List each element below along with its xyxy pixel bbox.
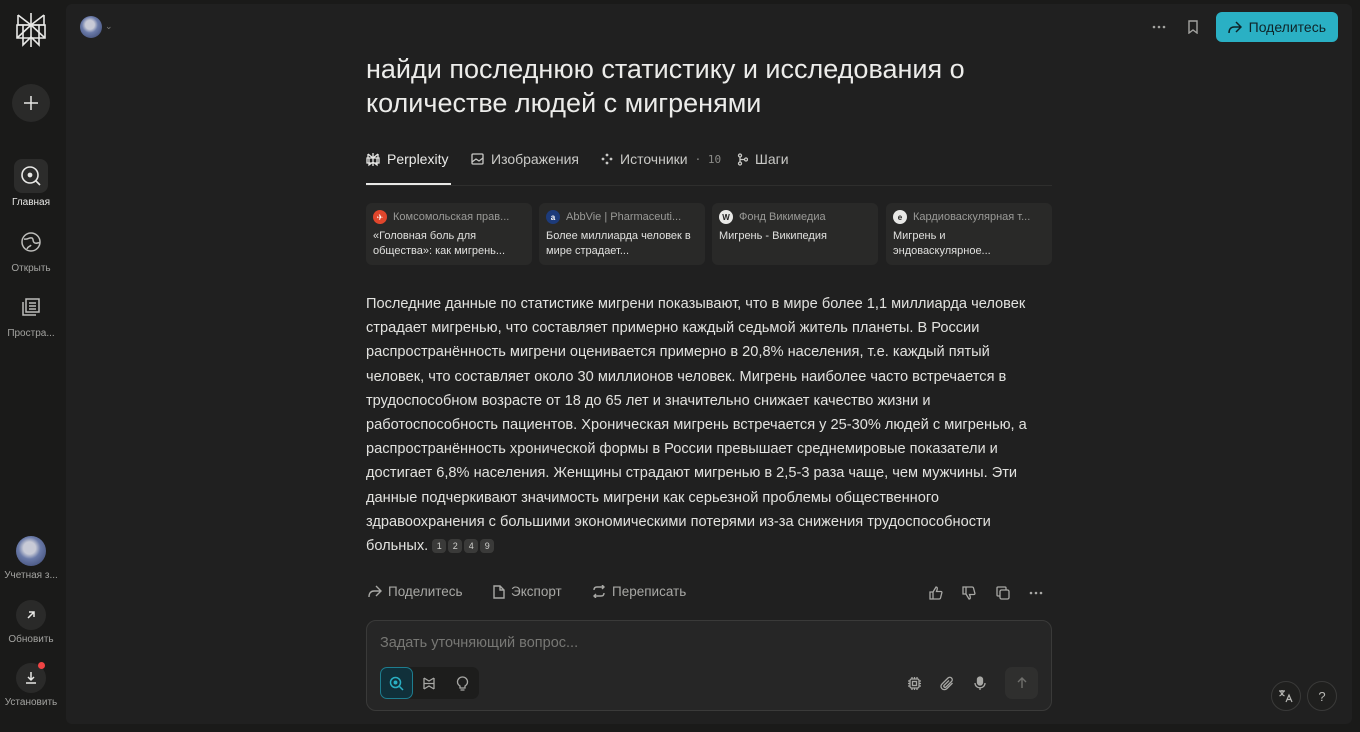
tab-images[interactable]: Изображения xyxy=(471,151,579,167)
favicon-icon: a xyxy=(546,210,560,224)
sidebar-item-spaces[interactable]: Простра... xyxy=(0,290,62,339)
share-answer-label: Поделитесь xyxy=(388,584,463,599)
answer-tabs: Perplexity Изображения Источники · 10 Ша… xyxy=(366,146,1052,186)
answer-paragraph: Последние данные по статистике мигрени п… xyxy=(366,296,1027,555)
tab-steps[interactable]: Шаги xyxy=(737,151,789,167)
perplexity-logo-icon[interactable] xyxy=(14,11,48,49)
left-rail: Главная Открыть Простра... Учетная з... … xyxy=(0,0,64,732)
translate-icon[interactable] xyxy=(1271,681,1301,711)
answer-actions: Поделитесь Экспорт Переписать xyxy=(366,584,1052,604)
sidebar-item-home[interactable]: Главная xyxy=(0,159,62,208)
thumbs-up-icon[interactable] xyxy=(927,584,945,602)
lightbulb-icon[interactable] xyxy=(446,667,479,699)
citation-badge[interactable]: 4 xyxy=(464,539,479,554)
tab-label: Шаги xyxy=(755,151,789,167)
export-button[interactable]: Экспорт xyxy=(493,584,562,599)
arrow-up-right-icon xyxy=(16,600,46,630)
more-icon[interactable] xyxy=(1148,16,1170,38)
copy-icon[interactable] xyxy=(994,584,1012,602)
followup-box xyxy=(366,620,1052,711)
favicon-icon: ✈ xyxy=(373,210,387,224)
avatar xyxy=(16,536,46,566)
source-card[interactable]: ✈ Комсомольская прав... «Головная боль д… xyxy=(366,203,532,265)
sidebar-item-label: Учетная з... xyxy=(4,570,58,581)
source-site: Кардиоваскулярная т... xyxy=(913,211,1031,223)
search-mode-selector xyxy=(380,667,479,699)
sidebar-item-label: Простра... xyxy=(7,328,55,339)
bookmark-icon[interactable] xyxy=(1182,16,1204,38)
tab-label: Изображения xyxy=(491,151,579,167)
sidebar-item-label: Обновить xyxy=(8,634,54,645)
main-panel: ⌄ Поделитесь найди последнюю статистику … xyxy=(66,4,1352,724)
more-icon[interactable] xyxy=(1027,584,1045,602)
tab-label: Perplexity xyxy=(387,151,449,167)
page-title: найди последнюю статистику и исследовани… xyxy=(366,54,965,118)
source-title: Мигрень и эндоваскулярное... xyxy=(893,230,991,257)
sidebar-item-label: Открыть xyxy=(11,263,51,274)
sidebar-item-label: Установить xyxy=(4,697,58,708)
source-title: Мигрень - Википедия xyxy=(719,230,827,242)
sources-row: ✈ Комсомольская прав... «Головная боль д… xyxy=(366,203,1052,265)
sidebar-item-account[interactable]: Учетная з... xyxy=(0,536,62,581)
active-tab-indicator xyxy=(366,183,451,185)
notification-dot xyxy=(38,662,45,669)
image-icon xyxy=(471,153,484,165)
followup-input[interactable] xyxy=(380,633,980,653)
citation-badge[interactable]: 2 xyxy=(448,539,463,554)
tab-label: Источники xyxy=(620,151,688,167)
sidebar-item-upgrade[interactable]: Обновить xyxy=(0,600,62,645)
new-thread-button[interactable] xyxy=(12,84,50,122)
thumbs-down-icon[interactable] xyxy=(960,584,978,602)
sidebar-item-label: Главная xyxy=(11,197,51,208)
share-answer-button[interactable]: Поделитесь xyxy=(368,584,463,599)
sidebar-item-discover[interactable]: Открыть xyxy=(0,225,62,274)
share-arrow-icon xyxy=(1227,20,1242,33)
header-actions: Поделитесь xyxy=(1148,12,1338,42)
sources-icon xyxy=(601,153,613,165)
source-title: «Головная боль для общества»: как мигрен… xyxy=(373,230,506,257)
favicon-icon: e xyxy=(893,210,907,224)
search-mode-icon[interactable] xyxy=(380,667,413,699)
favicon-icon: W xyxy=(719,210,733,224)
paperclip-icon[interactable] xyxy=(937,673,957,693)
steps-icon xyxy=(737,152,748,166)
source-site: Комсомольская прав... xyxy=(393,211,510,223)
arrow-up-icon xyxy=(1017,677,1026,688)
rewrite-icon xyxy=(593,585,605,598)
chip-icon[interactable] xyxy=(904,673,924,693)
source-site: Фонд Викимедиа xyxy=(739,211,826,223)
rewrite-button[interactable]: Переписать xyxy=(592,584,686,599)
tab-perplexity[interactable]: Perplexity xyxy=(366,151,448,167)
help-icon[interactable]: ? xyxy=(1307,681,1337,711)
stack-icon xyxy=(14,290,48,324)
source-card[interactable]: W Фонд Викимедиа Мигрень - Википедия xyxy=(712,203,878,265)
tab-sources[interactable]: Источники · 10 xyxy=(601,151,721,167)
sidebar-item-install[interactable]: Установить xyxy=(0,662,62,708)
share-button[interactable]: Поделитесь xyxy=(1215,12,1338,42)
source-card[interactable]: a AbbVie | Pharmaceuti... Более миллиард… xyxy=(539,203,705,265)
source-site: AbbVie | Pharmaceuti... xyxy=(566,211,682,223)
search-circle-icon xyxy=(14,159,48,193)
citation-badge[interactable]: 1 xyxy=(432,539,447,554)
export-label: Экспорт xyxy=(511,584,562,599)
share-button-label: Поделитесь xyxy=(1248,19,1326,35)
sources-count: · 10 xyxy=(694,152,722,166)
research-mode-icon[interactable] xyxy=(413,667,446,699)
source-title: Более миллиарда человек в мире страдает.… xyxy=(546,230,691,257)
rewrite-label: Переписать xyxy=(612,584,687,599)
perplexity-icon xyxy=(366,152,380,166)
globe-icon xyxy=(14,225,48,259)
chevron-down-icon[interactable]: ⌄ xyxy=(105,21,113,32)
microphone-icon[interactable] xyxy=(970,673,990,693)
source-card[interactable]: e Кардиоваскулярная т... Мигрень и эндов… xyxy=(886,203,1052,265)
download-icon xyxy=(16,662,46,693)
citation-badge[interactable]: 9 xyxy=(480,539,495,554)
avatar[interactable] xyxy=(80,16,102,38)
document-icon xyxy=(493,584,505,599)
answer-text: Последние данные по статистике мигрени п… xyxy=(366,292,1052,558)
send-button[interactable] xyxy=(1005,667,1038,699)
share-arrow-icon xyxy=(368,585,382,598)
